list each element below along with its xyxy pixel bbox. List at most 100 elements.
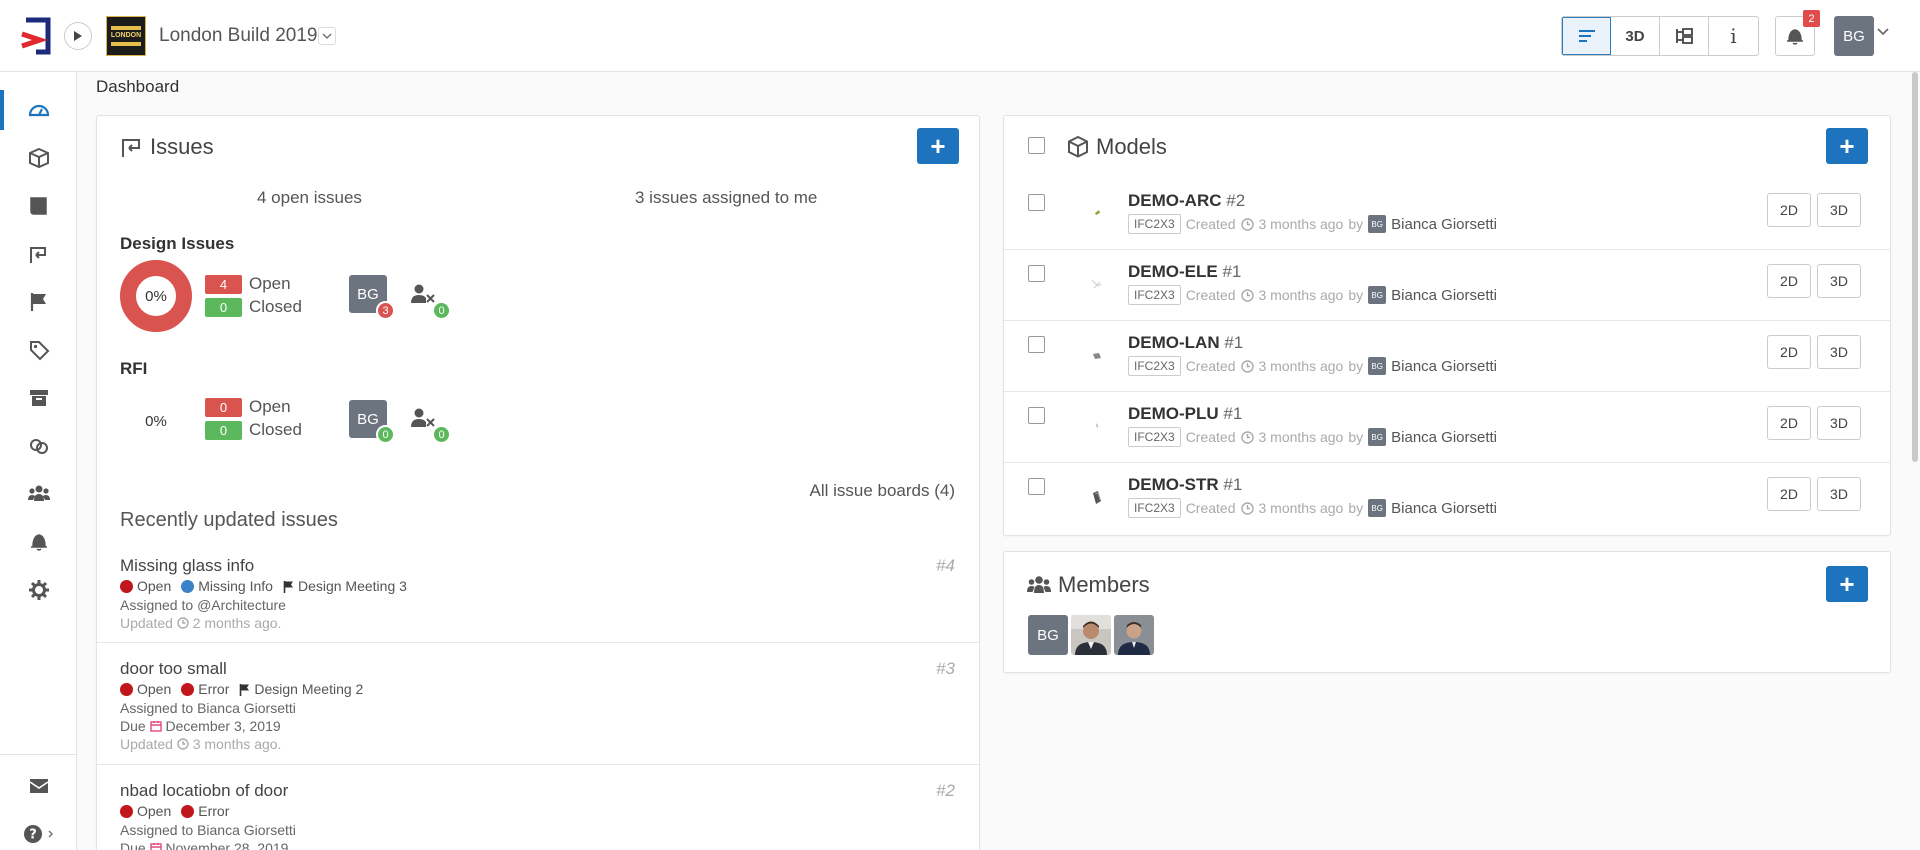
- view-list-button[interactable]: [1562, 17, 1611, 55]
- add-issue-button[interactable]: +: [917, 128, 959, 164]
- model-row-demo-str[interactable]: DEMO-STR #1 IFC2X3 Created 3 months ago …: [1004, 463, 1890, 534]
- open-3d-button[interactable]: 3D: [1817, 335, 1861, 369]
- model-thumbnail[interactable]: [1082, 268, 1112, 298]
- project-dropdown[interactable]: [318, 27, 336, 45]
- add-member-button[interactable]: +: [1826, 566, 1868, 602]
- issue-title[interactable]: door too small: [120, 659, 227, 679]
- board-title-rfi[interactable]: RFI: [120, 359, 147, 379]
- type-tag[interactable]: Error: [181, 803, 229, 819]
- member-photo-avatar[interactable]: [1114, 615, 1154, 655]
- sidebar-item-issues[interactable]: [0, 234, 77, 274]
- unassigned-user-icon[interactable]: [410, 407, 436, 429]
- sidebar-item-members[interactable]: [0, 474, 77, 514]
- app-logo-icon[interactable]: [18, 14, 58, 58]
- view-info-button[interactable]: i: [1709, 17, 1758, 55]
- meeting-tag[interactable]: Design Meeting 3: [283, 578, 407, 594]
- issue-row-2[interactable]: nbad locatiobn of door #2 Open Error Ass…: [97, 765, 979, 850]
- view-tree-button[interactable]: [1660, 17, 1709, 55]
- status-tag[interactable]: Open: [120, 803, 171, 819]
- open-3d-button[interactable]: 3D: [1817, 406, 1861, 440]
- model-row-demo-arc[interactable]: DEMO-ARC #2 IFC2X3 Created 3 months ago …: [1004, 179, 1890, 250]
- owner-avatar[interactable]: BG: [1368, 428, 1387, 446]
- owner-name[interactable]: Bianca Giorsetti: [1391, 429, 1497, 446]
- add-model-button[interactable]: +: [1826, 128, 1868, 164]
- chevron-down-icon[interactable]: [1877, 28, 1889, 36]
- project-title[interactable]: London Build 2019: [159, 25, 317, 47]
- model-checkbox[interactable]: [1028, 478, 1045, 495]
- model-thumbnail[interactable]: [1082, 197, 1112, 227]
- model-checkbox[interactable]: [1028, 194, 1045, 211]
- model-row-demo-lan[interactable]: DEMO-LAN #1 IFC2X3 Created 3 months ago …: [1004, 321, 1890, 392]
- open-2d-button[interactable]: 2D: [1767, 264, 1811, 298]
- owner-name[interactable]: Bianca Giorsetti: [1391, 216, 1497, 233]
- sidebar-item-documents[interactable]: [0, 186, 77, 226]
- sidebar-item-help[interactable]: ?: [0, 814, 77, 850]
- assigned-issues-count[interactable]: 3 issues assigned to me: [635, 188, 817, 208]
- sidebar-item-archive[interactable]: [0, 378, 77, 418]
- open-3d-button[interactable]: 3D: [1817, 477, 1861, 511]
- sidebar-item-tags[interactable]: [0, 330, 77, 370]
- open-2d-button[interactable]: 2D: [1767, 406, 1811, 440]
- model-row-demo-plu[interactable]: DEMO-PLU #1 IFC2X3 Created 3 months ago …: [1004, 392, 1890, 463]
- owner-name[interactable]: Bianca Giorsetti: [1391, 287, 1497, 304]
- open-3d-button[interactable]: 3D: [1817, 193, 1861, 227]
- meeting-tag[interactable]: Design Meeting 2: [239, 681, 363, 697]
- all-issue-boards-link[interactable]: All issue boards (4): [809, 481, 955, 501]
- sidebar-item-models[interactable]: [0, 138, 77, 178]
- user-avatar[interactable]: BG: [1834, 16, 1874, 56]
- project-thumbnail[interactable]: LONDON: [106, 16, 146, 56]
- open-2d-button[interactable]: 2D: [1767, 193, 1811, 227]
- model-thumbnail[interactable]: [1082, 481, 1112, 511]
- model-row-demo-ele[interactable]: DEMO-ELE #1 IFC2X3 Created 3 months ago …: [1004, 250, 1890, 321]
- sidebar-item-notifications[interactable]: [0, 522, 77, 562]
- owner-avatar[interactable]: BG: [1368, 286, 1387, 304]
- status-tag[interactable]: Open: [120, 681, 171, 697]
- model-meta: IFC2X3 Created 3 months ago by BG Bianca…: [1128, 356, 1497, 376]
- open-issues-count[interactable]: 4 open issues: [257, 188, 362, 208]
- member-photo-avatar[interactable]: [1071, 615, 1111, 655]
- member-avatar[interactable]: BG: [1028, 615, 1068, 655]
- page-scrollbar[interactable]: [1912, 72, 1918, 462]
- rfi-closed-count[interactable]: 0: [205, 421, 242, 440]
- issue-row-3[interactable]: door too small #3 Open Error Design Meet…: [97, 643, 979, 765]
- model-name[interactable]: DEMO-STR #1: [1128, 475, 1242, 495]
- sidebar-item-messages[interactable]: [0, 766, 77, 806]
- model-name[interactable]: DEMO-PLU #1: [1128, 404, 1242, 424]
- view-3d-button[interactable]: 3D: [1611, 17, 1660, 55]
- model-checkbox[interactable]: [1028, 407, 1045, 424]
- owner-name[interactable]: Bianca Giorsetti: [1391, 500, 1497, 517]
- sidebar-item-dashboard[interactable]: [0, 90, 77, 130]
- sidebar-item-settings[interactable]: [0, 570, 77, 610]
- model-thumbnail[interactable]: [1082, 339, 1112, 369]
- play-button[interactable]: [64, 22, 92, 50]
- open-2d-button[interactable]: 2D: [1767, 335, 1811, 369]
- model-name[interactable]: DEMO-ARC #2: [1128, 191, 1245, 211]
- owner-avatar[interactable]: BG: [1368, 357, 1387, 375]
- type-tag[interactable]: Missing Info: [181, 578, 273, 594]
- model-name[interactable]: DEMO-LAN #1: [1128, 333, 1243, 353]
- status-tag[interactable]: Open: [120, 578, 171, 594]
- type-tag[interactable]: Error: [181, 681, 229, 697]
- model-checkbox[interactable]: [1028, 336, 1045, 353]
- model-checkbox[interactable]: [1028, 265, 1045, 282]
- sidebar-item-links[interactable]: [0, 426, 77, 466]
- owner-avatar[interactable]: BG: [1368, 499, 1387, 517]
- owner-name[interactable]: Bianca Giorsetti: [1391, 358, 1497, 375]
- board-title-design-issues[interactable]: Design Issues: [120, 234, 234, 254]
- sidebar-item-flags[interactable]: [0, 282, 77, 322]
- breadcrumb[interactable]: Dashboard: [96, 77, 179, 97]
- open-3d-button[interactable]: 3D: [1817, 264, 1861, 298]
- design-closed-count[interactable]: 0: [205, 298, 242, 317]
- rfi-closed-label: Closed: [249, 420, 302, 439]
- issue-title[interactable]: nbad locatiobn of door: [120, 781, 288, 801]
- owner-avatar[interactable]: BG: [1368, 215, 1387, 233]
- model-thumbnail[interactable]: [1082, 410, 1112, 440]
- select-all-models-checkbox[interactable]: [1028, 137, 1045, 154]
- unassigned-user-icon[interactable]: [410, 283, 436, 305]
- issue-title[interactable]: Missing glass info: [120, 556, 254, 576]
- model-name[interactable]: DEMO-ELE #1: [1128, 262, 1241, 282]
- open-2d-button[interactable]: 2D: [1767, 477, 1811, 511]
- rfi-open-count[interactable]: 0: [205, 398, 242, 417]
- issue-row-4[interactable]: Missing glass info #4 Open Missing Info …: [97, 540, 979, 643]
- design-open-count[interactable]: 4: [205, 275, 242, 294]
